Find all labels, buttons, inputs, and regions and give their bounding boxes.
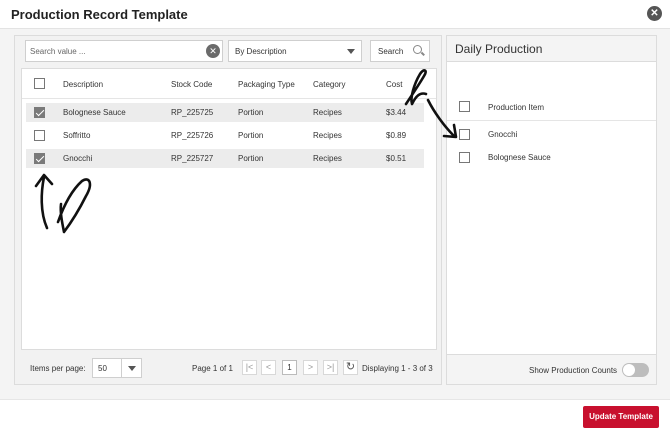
column-header-production-item: Production Item <box>488 103 545 112</box>
row-packaging: Portion <box>238 131 264 140</box>
close-icon[interactable]: ✕ <box>647 6 662 21</box>
production-item-label: Gnocchi <box>488 130 518 139</box>
row-category: Recipes <box>313 108 342 117</box>
row-stock-code: RP_225725 <box>171 108 214 117</box>
last-page-button[interactable]: >| <box>323 360 338 375</box>
search-filter-select[interactable]: By Description <box>228 40 362 62</box>
production-list: Production Item Gnocchi Bolognese Sauce <box>447 61 656 355</box>
search-field[interactable]: ✕ <box>25 40 223 62</box>
row-cost: $0.51 <box>386 154 407 163</box>
column-header-cost[interactable]: Cost <box>386 80 402 89</box>
search-button-label: Search <box>378 47 404 56</box>
items-per-page-value: 50 <box>98 364 107 373</box>
list-item[interactable]: Gnocchi <box>447 125 656 145</box>
show-counts-toggle[interactable] <box>622 363 649 377</box>
table-row[interactable]: Bolognese Sauce RP_225725 Portion Recipe… <box>26 103 424 122</box>
column-header-packaging-type[interactable]: Packaging Type <box>238 80 295 89</box>
modal-header: Production Record Template ✕ <box>0 0 670 29</box>
production-item-checkbox[interactable] <box>459 129 470 140</box>
row-description: Soffritto <box>63 131 91 140</box>
daily-production-panel: Daily Production Production Item Gnocchi… <box>446 35 657 385</box>
table-row[interactable]: Gnocchi RP_225727 Portion Recipes $0.51 <box>26 149 424 168</box>
search-button[interactable]: Search <box>370 40 430 62</box>
select-all-production-checkbox[interactable] <box>459 101 470 112</box>
row-cost: $3.44 <box>386 108 407 117</box>
list-item[interactable]: Bolognese Sauce <box>447 148 656 168</box>
row-cost: $0.89 <box>386 131 407 140</box>
prev-page-button[interactable]: < <box>261 360 276 375</box>
modal-body: ✕ By Description Search Description Stoc… <box>0 29 670 399</box>
search-icon <box>413 45 422 54</box>
row-checkbox[interactable] <box>34 153 45 164</box>
show-counts-label: Show Production Counts <box>529 366 618 375</box>
row-stock-code: RP_225727 <box>171 154 214 163</box>
first-page-button[interactable]: |< <box>242 360 257 375</box>
current-page-button[interactable]: 1 <box>282 360 297 375</box>
row-packaging: Portion <box>238 108 264 117</box>
modal-title: Production Record Template <box>11 7 188 22</box>
items-per-page-label: Items per page: <box>30 364 86 373</box>
select-divider <box>121 359 122 377</box>
modal-footer: Update Template <box>0 399 670 439</box>
row-description: Gnocchi <box>63 154 93 163</box>
row-packaging: Portion <box>238 154 264 163</box>
table-row[interactable]: Soffritto RP_225726 Portion Recipes $0.8… <box>26 126 424 145</box>
row-checkbox[interactable] <box>34 130 45 141</box>
stock-items-table: Description Stock Code Packaging Type Ca… <box>21 68 437 350</box>
clear-icon[interactable]: ✕ <box>206 44 220 58</box>
search-input[interactable] <box>30 43 200 59</box>
column-header-category[interactable]: Category <box>313 80 345 89</box>
column-header-stock-code[interactable]: Stock Code <box>171 80 212 89</box>
page-label: Page 1 of 1 <box>192 364 233 373</box>
refresh-icon[interactable]: ↻ <box>343 360 358 375</box>
daily-production-title: Daily Production <box>455 42 543 56</box>
items-per-page-select[interactable]: 50 <box>92 358 142 378</box>
production-list-header: Production Item <box>447 92 656 121</box>
toggle-knob <box>623 364 635 376</box>
select-all-checkbox[interactable] <box>34 78 45 89</box>
pagination-bar: Items per page: 50 Page 1 of 1 |< < 1 > … <box>15 358 443 380</box>
row-checkbox[interactable] <box>34 107 45 118</box>
chevron-down-icon <box>128 366 136 371</box>
production-item-checkbox[interactable] <box>459 152 470 163</box>
row-category: Recipes <box>313 154 342 163</box>
show-counts-row: Show Production Counts <box>447 356 656 386</box>
table-header: Description Stock Code Packaging Type Ca… <box>22 69 436 99</box>
search-filter-value: By Description <box>235 47 287 56</box>
displaying-count: Displaying 1 - 3 of 3 <box>362 364 433 373</box>
row-stock-code: RP_225726 <box>171 131 214 140</box>
chevron-down-icon <box>347 49 355 54</box>
column-header-description[interactable]: Description <box>63 80 103 89</box>
update-template-button[interactable]: Update Template <box>583 406 659 428</box>
production-item-label: Bolognese Sauce <box>488 153 551 162</box>
next-page-button[interactable]: > <box>303 360 318 375</box>
row-category: Recipes <box>313 131 342 140</box>
row-description: Bolognese Sauce <box>63 108 126 117</box>
stock-items-panel: ✕ By Description Search Description Stoc… <box>14 35 442 385</box>
